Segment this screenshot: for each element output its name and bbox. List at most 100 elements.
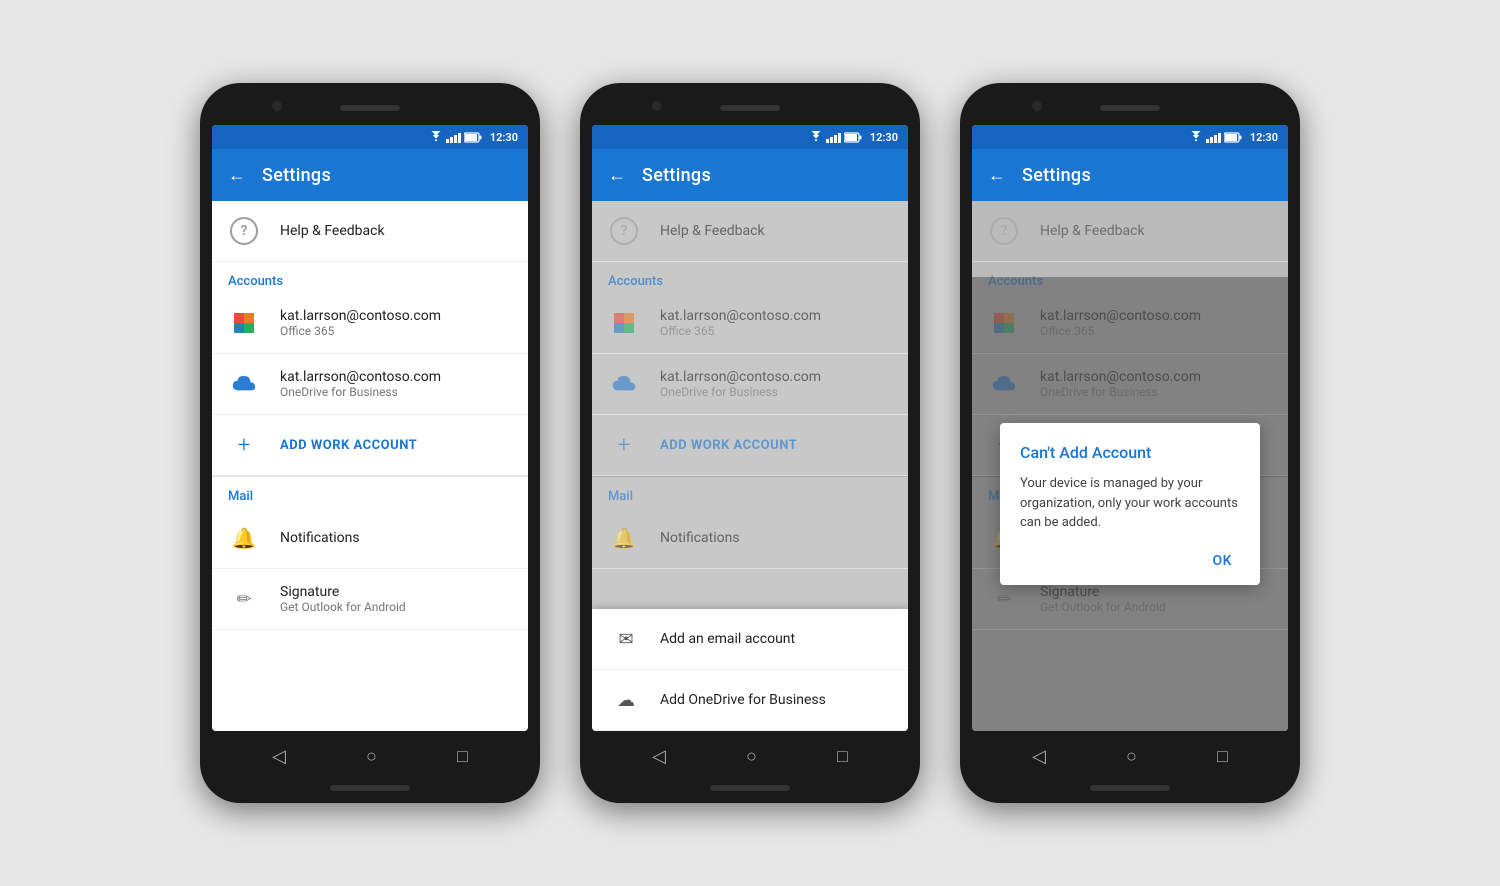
signal-icon2 xyxy=(826,131,841,143)
phone3: 12:30 ← Settings ? Help & Feedback A xyxy=(960,83,1300,803)
help-text3: Help & Feedback xyxy=(1040,223,1145,239)
back-nav-btn2[interactable]: ◁ xyxy=(652,746,666,767)
phone1-top-bar xyxy=(212,95,528,125)
notifications-item[interactable]: 🔔 Notifications xyxy=(212,508,528,569)
onedrive-icon xyxy=(228,372,260,396)
dialog-body: Your device is managed by your organizat… xyxy=(1020,474,1240,533)
add-work-account-btn2: + ADD WORK ACCOUNT xyxy=(592,415,908,476)
add-onedrive-label: Add OneDrive for Business xyxy=(660,692,826,708)
plus-icon: + xyxy=(228,429,260,461)
phone3-top-bar xyxy=(972,95,1288,125)
dialog-title: Can't Add Account xyxy=(1020,443,1240,462)
home-nav-btn3[interactable]: ○ xyxy=(1126,746,1137,767)
add-onedrive-item[interactable]: ☁ Add OneDrive for Business xyxy=(592,670,908,731)
phone2-help-item: ? Help & Feedback xyxy=(592,201,908,262)
accounts-section-header: Accounts xyxy=(212,262,528,293)
phone2-camera xyxy=(652,101,662,111)
battery-icon3 xyxy=(1224,132,1242,143)
phone1-camera xyxy=(272,101,282,111)
account2-type: OneDrive for Business xyxy=(280,385,441,399)
phone3-status-icons xyxy=(1189,131,1242,143)
back-arrow2[interactable]: ← xyxy=(608,165,626,186)
account1-email2: kat.larrson@contoso.com xyxy=(660,308,821,324)
phone1-time: 12:30 xyxy=(490,131,518,144)
back-nav-btn3[interactable]: ◁ xyxy=(1032,746,1046,767)
account1-type2: Office 365 xyxy=(660,324,821,338)
phone3-time: 12:30 xyxy=(1250,131,1278,144)
pencil-icon: ✏ xyxy=(236,589,251,610)
bell-icon2: 🔔 xyxy=(612,526,637,550)
help-icon-wrap: ? xyxy=(228,215,260,247)
account2-email: kat.larrson@contoso.com xyxy=(280,369,441,385)
help-title3: Help & Feedback xyxy=(1040,223,1145,239)
phone2-screen: 12:30 ← Settings ? Help & Feedback A xyxy=(592,125,908,731)
cloud-icon: ☁ xyxy=(612,686,640,714)
phone1-speaker xyxy=(340,105,400,111)
wifi-icon xyxy=(429,131,443,143)
phone3-content: ? Help & Feedback Accounts xyxy=(972,201,1288,731)
signature-text: Signature Get Outlook for Android xyxy=(280,584,406,614)
office365-icon-wrap xyxy=(228,307,260,339)
bell-icon: 🔔 xyxy=(232,526,257,550)
phone2-bottom-bar: ◁ ○ □ xyxy=(592,731,908,781)
phone2-content: ? Help & Feedback Accounts xyxy=(592,201,908,731)
phone2-bottom-bump xyxy=(710,785,790,791)
help-text2: Help & Feedback xyxy=(660,223,765,239)
recent-nav-btn3[interactable]: □ xyxy=(1217,746,1228,767)
signature-title: Signature xyxy=(280,584,406,600)
add-email-label: Add an email account xyxy=(660,631,795,647)
account2-text: kat.larrson@contoso.com OneDrive for Bus… xyxy=(280,369,441,399)
account1-text: kat.larrson@contoso.com Office 365 xyxy=(280,308,441,338)
recent-nav-btn2[interactable]: □ xyxy=(837,746,848,767)
cant-add-account-dialog: Can't Add Account Your device is managed… xyxy=(1000,423,1260,585)
account1-type: Office 365 xyxy=(280,324,441,338)
add-work-label: ADD WORK ACCOUNT xyxy=(280,438,417,453)
dialog-actions: OK xyxy=(1020,549,1240,573)
dialog-ok-button[interactable]: OK xyxy=(1205,549,1241,573)
office365-icon xyxy=(230,309,258,337)
phone1-status-icons xyxy=(429,131,482,143)
onedrive-icon2 xyxy=(608,372,640,396)
onedrive-icon-wrap xyxy=(228,368,260,400)
recent-nav-btn[interactable]: □ xyxy=(457,746,468,767)
phone2-status-bar: 12:30 xyxy=(592,125,908,149)
add-work-label2: ADD WORK ACCOUNT xyxy=(660,438,797,453)
phone3-status-bar: 12:30 xyxy=(972,125,1288,149)
bell-icon-wrap: 🔔 xyxy=(228,522,260,554)
phone1-content: ? Help & Feedback Accounts xyxy=(212,201,528,731)
phone3-speaker xyxy=(1100,105,1160,111)
notifications-title: Notifications xyxy=(280,530,360,546)
phone1: 12:30 ← Settings ? Help & Feedback xyxy=(200,83,540,803)
account1-email: kat.larrson@contoso.com xyxy=(280,308,441,324)
phone2-app-bar: ← Settings xyxy=(592,149,908,201)
office365-icon2 xyxy=(610,309,638,337)
back-arrow3[interactable]: ← xyxy=(988,165,1006,186)
account2-item[interactable]: kat.larrson@contoso.com OneDrive for Bus… xyxy=(212,354,528,415)
add-email-item[interactable]: ✉ Add an email account xyxy=(592,609,908,670)
phone3-title: Settings xyxy=(1022,165,1091,186)
help-feedback-item[interactable]: ? Help & Feedback xyxy=(212,201,528,262)
phone1-screen: 12:30 ← Settings ? Help & Feedback xyxy=(212,125,528,731)
help-title: Help & Feedback xyxy=(280,223,385,239)
phone1-title: Settings xyxy=(262,165,331,186)
help-text: Help & Feedback xyxy=(280,223,385,239)
signal-icon xyxy=(446,131,461,143)
office365-icon-wrap2 xyxy=(608,307,640,339)
plus-icon2: + xyxy=(608,429,640,461)
home-nav-btn2[interactable]: ○ xyxy=(746,746,757,767)
home-nav-btn[interactable]: ○ xyxy=(366,746,377,767)
account2-email2: kat.larrson@contoso.com xyxy=(660,369,821,385)
phone1-bottom-bump xyxy=(330,785,410,791)
account1-item[interactable]: kat.larrson@contoso.com Office 365 xyxy=(212,293,528,354)
wifi-icon3 xyxy=(1189,131,1203,143)
back-nav-btn[interactable]: ◁ xyxy=(272,746,286,767)
battery-icon xyxy=(464,132,482,143)
back-arrow[interactable]: ← xyxy=(228,165,246,186)
account2-type2: OneDrive for Business xyxy=(660,385,821,399)
bell-icon-wrap2: 🔔 xyxy=(608,522,640,554)
wifi-icon2 xyxy=(809,131,823,143)
add-work-account-btn[interactable]: + ADD WORK ACCOUNT xyxy=(212,415,528,476)
signature-subtitle: Get Outlook for Android xyxy=(280,600,406,614)
signature-item[interactable]: ✏ Signature Get Outlook for Android xyxy=(212,569,528,630)
help-icon-wrap2: ? xyxy=(608,215,640,247)
